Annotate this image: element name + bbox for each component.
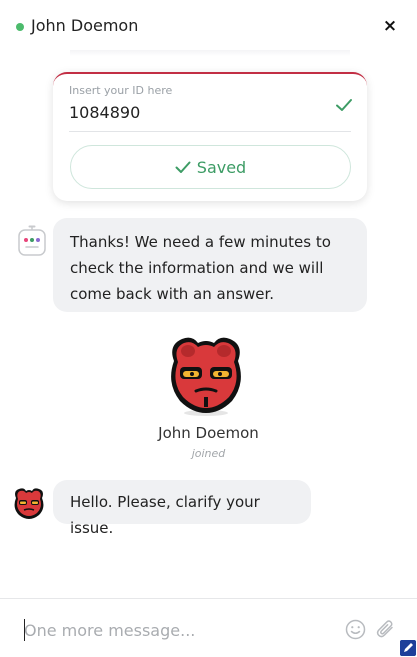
saved-label: Saved — [196, 157, 247, 177]
attachment-icon[interactable] — [374, 618, 396, 640]
agent-avatar-small — [14, 488, 44, 519]
joined-status: joined — [191, 447, 226, 460]
close-button[interactable]: × — [381, 14, 399, 38]
text-caret — [24, 619, 25, 641]
bot-message-bubble: Thanks! We need a few minutes to check t… — [53, 218, 367, 312]
message-input[interactable] — [24, 613, 324, 647]
bot-avatar-icon — [18, 225, 46, 256]
header-shadow — [70, 50, 350, 56]
check-icon — [336, 99, 352, 111]
emoji-icon[interactable] — [345, 619, 366, 640]
field-underline — [69, 131, 351, 132]
online-status-dot — [16, 23, 24, 31]
edit-widget-icon[interactable] — [400, 640, 416, 656]
agent-avatar — [171, 337, 241, 416]
joined-agent-name: John Doemon — [158, 424, 259, 442]
saved-button[interactable]: Saved — [70, 145, 351, 189]
check-icon — [175, 161, 191, 173]
id-field-label: Insert your ID here — [69, 84, 173, 97]
chat-header: John Doemon × — [0, 0, 417, 54]
agent-name: John Doemon — [31, 16, 139, 35]
id-field[interactable]: 1084890 — [69, 103, 140, 122]
id-form-card: Insert your ID here 1084890 Saved — [53, 72, 367, 201]
agent-message-bubble: Hello. Please, clarify your issue. — [53, 480, 311, 537]
composer-divider — [0, 598, 417, 599]
